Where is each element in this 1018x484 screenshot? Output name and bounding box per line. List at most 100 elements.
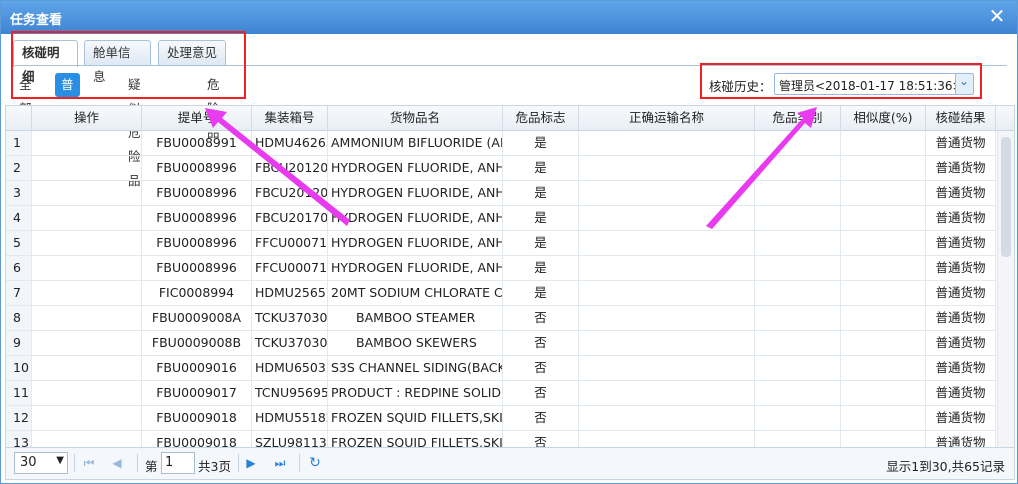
pager-separator bbox=[238, 454, 239, 472]
table-row[interactable]: 5 FBU0008996 FFCU000710 HYDROGEN FLUORIDE, … bbox=[6, 231, 996, 256]
previous-page-icon[interactable]: ◀ bbox=[108, 454, 126, 472]
next-page-icon[interactable]: ▶ bbox=[242, 454, 260, 472]
table-row[interactable]: 12 FBU0009018HDMU551827FROZEN SQUID FILLE… bbox=[6, 406, 996, 431]
cell-goods-name: PRODUCT : REDPINE SOLID BO bbox=[328, 381, 503, 405]
filter-suspected-dangerous-button[interactable]: 疑似危险品 bbox=[124, 73, 145, 188]
page-size-select[interactable]: 30 ▼ bbox=[14, 452, 68, 474]
pager-separator bbox=[137, 454, 138, 472]
tab-manifest-info[interactable]: 舱单信息 bbox=[84, 40, 151, 84]
cell-danger-flag: 否 bbox=[503, 381, 579, 405]
cell-proper-shipping-name bbox=[579, 306, 755, 330]
table-row[interactable]: 8 FBU0009008A TCKU370307 BAMBOO STEAMER 否 普通货… bbox=[6, 306, 996, 331]
cell-container-no: TCNU956958 bbox=[252, 381, 328, 405]
cell-bill-no: FBU0008996 bbox=[142, 156, 252, 180]
cell-danger-flag: 是 bbox=[503, 256, 579, 280]
cell-similarity bbox=[841, 256, 926, 280]
table-row[interactable]: 4 FBU0008996FBCU201703HYDROGEN FLUORIDE, … bbox=[6, 206, 996, 231]
cell-check-result: 普通货物 bbox=[926, 281, 996, 305]
cell-proper-shipping-name bbox=[579, 406, 755, 430]
cell-proper-shipping-name bbox=[579, 131, 755, 155]
last-page-icon[interactable]: ⏭ bbox=[271, 454, 289, 472]
col-header-operation[interactable]: 操作 bbox=[32, 106, 142, 131]
cell-goods-name: AMMONIUM BIFLUORIDE (AMMO bbox=[328, 131, 503, 155]
col-header-bill-no[interactable]: 提单号 bbox=[142, 106, 252, 131]
cell-check-result: 普通货物 bbox=[926, 381, 996, 405]
cell-proper-shipping-name bbox=[579, 181, 755, 205]
cell-danger-class bbox=[755, 156, 841, 180]
col-header-goods-name[interactable]: 货物品名 bbox=[328, 106, 503, 131]
col-header-container-no[interactable]: 集装箱号 bbox=[252, 106, 328, 131]
close-icon[interactable]: ✕ bbox=[987, 6, 1007, 26]
filter-dangerous-button[interactable]: 危险品 bbox=[203, 73, 224, 140]
cell-goods-name: HYDROGEN FLUORIDE, ANHYDR bbox=[328, 181, 503, 205]
grid-vertical-scrollbar[interactable] bbox=[997, 131, 1014, 447]
refresh-icon[interactable]: ↻ bbox=[306, 454, 324, 472]
cell-operation bbox=[32, 356, 142, 380]
cell-goods-name: BAMBOO STEAMER bbox=[328, 306, 503, 330]
cell-container-no: FBCU201202 bbox=[252, 181, 328, 205]
cell-danger-class bbox=[755, 356, 841, 380]
cell-similarity bbox=[841, 231, 926, 255]
table-row[interactable]: 11 FBU0009017TCNU956958PRODUCT : REDPINE … bbox=[6, 381, 996, 406]
filter-general-cargo-button[interactable]: 普通货物 bbox=[55, 73, 80, 164]
cell-container-no: FFCU000714 bbox=[252, 256, 328, 280]
row-number: 6 bbox=[6, 256, 32, 280]
table-row[interactable]: 10 FBU0009016HDMU650315S3S CHANNEL SIDING… bbox=[6, 356, 996, 381]
cell-danger-flag: 否 bbox=[503, 406, 579, 430]
table-row[interactable]: 6 FBU0008996 FFCU000714 HYDROGEN FLUORIDE, … bbox=[6, 256, 996, 281]
col-header-proper-shipping-name[interactable]: 正确运输名称 bbox=[579, 106, 755, 131]
tab-handling-opinion[interactable]: 处理意见 bbox=[158, 40, 226, 66]
check-history-select[interactable]: 管理员<2018-01-17 18:51:36> ⌄ bbox=[774, 73, 974, 95]
row-number: 1 bbox=[6, 131, 32, 155]
filter-all-button[interactable]: 全部 bbox=[15, 73, 36, 116]
caret-down-icon: ▼ bbox=[56, 455, 64, 466]
table-row[interactable]: 9 FBU0009008B TCKU370307 BAMBOO SKEWERS 否 普通货… bbox=[6, 331, 996, 356]
cell-operation bbox=[32, 181, 142, 205]
row-number: 5 bbox=[6, 231, 32, 255]
cell-danger-flag: 是 bbox=[503, 281, 579, 305]
cell-operation bbox=[32, 206, 142, 230]
cell-similarity bbox=[841, 331, 926, 355]
table-row[interactable]: 13 FBU0009018 SZLU981135 FROZEN SQUID FILLE… bbox=[6, 431, 996, 447]
cell-operation bbox=[32, 381, 142, 405]
cell-danger-class bbox=[755, 131, 841, 155]
first-page-icon[interactable]: ⏮ bbox=[80, 454, 98, 472]
cell-bill-no: FBU0008996 bbox=[142, 181, 252, 205]
col-header-similarity[interactable]: 相似度(%) bbox=[841, 106, 926, 131]
cell-proper-shipping-name bbox=[579, 281, 755, 305]
cell-container-no: FFCU000710 bbox=[252, 231, 328, 255]
cell-container-no: FBCU201703 bbox=[252, 206, 328, 230]
cell-proper-shipping-name bbox=[579, 356, 755, 380]
col-header-danger-class[interactable]: 危品类别 bbox=[755, 106, 841, 131]
cell-container-no: TCKU370307 bbox=[252, 331, 328, 355]
cell-danger-class bbox=[755, 406, 841, 430]
cell-similarity bbox=[841, 131, 926, 155]
cell-operation bbox=[32, 256, 142, 280]
table-row[interactable]: 7 FIC0008994HDMU25657120MT SODIUM CHLORAT… bbox=[6, 281, 996, 306]
row-number: 4 bbox=[6, 206, 32, 230]
cell-check-result: 普通货物 bbox=[926, 256, 996, 280]
cell-danger-class bbox=[755, 281, 841, 305]
cell-proper-shipping-name bbox=[579, 156, 755, 180]
cell-similarity bbox=[841, 306, 926, 330]
scrollbar-thumb[interactable] bbox=[1001, 137, 1011, 257]
cell-danger-flag: 是 bbox=[503, 181, 579, 205]
cell-check-result: 普通货物 bbox=[926, 131, 996, 155]
cell-goods-name: BAMBOO SKEWERS bbox=[328, 331, 503, 355]
page-number-input[interactable]: 1 bbox=[161, 452, 195, 474]
cell-bill-no: FBU0009018 bbox=[142, 431, 252, 447]
table-row[interactable]: 3 FBU0008996FBCU201202HYDROGEN FLUORIDE, … bbox=[6, 181, 996, 206]
cell-container-no: HDMU551827 bbox=[252, 406, 328, 430]
row-number: 11 bbox=[6, 381, 32, 405]
page-prefix-label: 第 bbox=[145, 459, 158, 474]
chevron-down-icon[interactable]: ⌄ bbox=[955, 74, 973, 94]
cell-check-result: 普通货物 bbox=[926, 431, 996, 447]
cell-danger-class bbox=[755, 256, 841, 280]
col-header-danger-flag[interactable]: 危品标志 bbox=[503, 106, 579, 131]
cell-danger-flag: 是 bbox=[503, 206, 579, 230]
tab-check-detail[interactable]: 核碰明细 bbox=[13, 40, 78, 84]
table-row[interactable]: 2 FBU0008996FBCU201201HYDROGEN FLUORIDE, … bbox=[6, 156, 996, 181]
table-row[interactable]: 1 FBU0008991HDMU462634AMMONIUM BIFLUORIDE… bbox=[6, 131, 996, 156]
col-header-check-result[interactable]: 核碰结果 bbox=[926, 106, 996, 131]
cell-goods-name: FROZEN SQUID FILLETS,SKINLE bbox=[328, 431, 503, 447]
